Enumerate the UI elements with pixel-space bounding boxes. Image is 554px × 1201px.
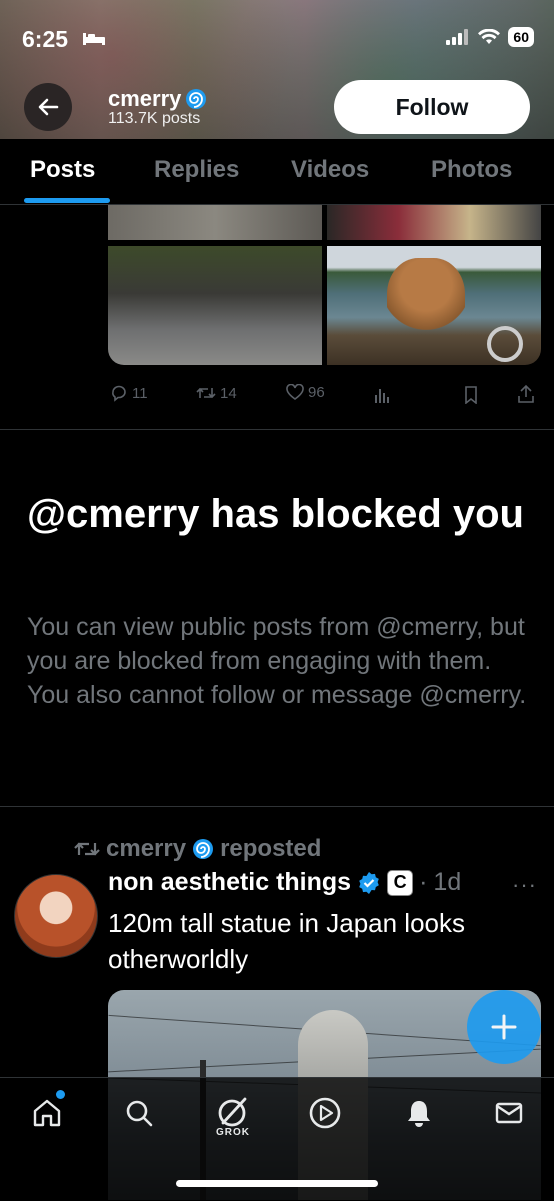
repost-icon (74, 842, 100, 856)
nav-video[interactable] (306, 1094, 344, 1132)
spiral-badge-icon (186, 89, 207, 109)
posts-count: 113.7K posts (108, 110, 201, 127)
blocked-divider (0, 806, 554, 807)
repost-icon (196, 387, 216, 399)
more-options-icon[interactable]: ··· (512, 872, 537, 898)
repost-count: 14 (220, 384, 237, 402)
mail-icon (495, 1102, 523, 1124)
back-button[interactable] (24, 83, 72, 131)
nav-messages[interactable] (490, 1094, 528, 1132)
reply-icon (112, 385, 126, 402)
repost-action[interactable]: 14 (196, 384, 237, 402)
share-icon[interactable] (518, 384, 534, 404)
plus-icon (491, 1014, 517, 1040)
home-indicator[interactable] (176, 1180, 378, 1187)
media-image-flags[interactable] (327, 205, 541, 240)
status-time: 6:25 (22, 26, 69, 52)
bell-icon (408, 1101, 430, 1127)
heart-icon (286, 384, 304, 400)
blocked-title: @cmerry has blocked you (27, 492, 524, 536)
tab-photos[interactable]: Photos (431, 156, 512, 184)
post-time: 1d (433, 868, 462, 896)
bed-icon (83, 33, 105, 45)
nav-home[interactable] (28, 1094, 66, 1132)
dog-figure (387, 258, 465, 348)
wheelchair-wheel (487, 326, 523, 362)
media-image-crowd-top[interactable] (108, 205, 322, 240)
search-icon (126, 1100, 153, 1127)
grok-icon (218, 1097, 247, 1127)
media-image-crowd[interactable] (108, 246, 322, 365)
reply-action[interactable]: 11 (110, 384, 148, 402)
views-chart-icon[interactable] (374, 386, 390, 404)
post-text: 120m tall statue in Japan looks otherwor… (108, 908, 465, 974)
wifi-icon (478, 29, 501, 44)
post-divider (0, 429, 554, 430)
follow-button[interactable]: Follow (334, 80, 530, 134)
like-count: 96 (308, 384, 325, 401)
status-indicators: 60 (446, 27, 534, 47)
reply-count: 11 (132, 384, 148, 402)
bookmark-icon[interactable] (464, 386, 478, 404)
author-line: non aesthetic things C · 1d (108, 868, 461, 897)
reposted-label: reposted (220, 835, 322, 862)
grok-label: GROK (216, 1127, 250, 1138)
post-media-grid[interactable] (108, 205, 541, 365)
arrow-left-icon (38, 98, 59, 116)
profile-name: cmerry (108, 86, 182, 111)
author-name[interactable]: non aesthetic things (108, 868, 351, 897)
spiral-badge-icon (193, 839, 214, 859)
media-image-dog-wheelchair[interactable] (327, 246, 541, 365)
home-icon (33, 1099, 61, 1127)
author-avatar[interactable] (14, 874, 98, 958)
like-action[interactable]: 96 (286, 384, 325, 401)
play-circle-icon (309, 1097, 341, 1129)
blocked-description: You can view public posts from @cmerry, … (27, 613, 527, 709)
nav-notifications[interactable] (400, 1094, 438, 1132)
tab-videos[interactable]: Videos (291, 156, 369, 184)
affiliate-badge: C (387, 869, 414, 896)
reposter-name[interactable]: cmerry (106, 835, 186, 863)
home-notification-dot (56, 1090, 65, 1099)
tab-posts[interactable]: Posts (30, 156, 95, 184)
profile-name-header: cmerry (108, 86, 207, 112)
verified-badge-icon (359, 871, 379, 894)
tab-replies[interactable]: Replies (154, 156, 239, 184)
separator-dot: · (419, 868, 428, 896)
compose-button[interactable] (467, 990, 541, 1064)
battery-indicator: 60 (508, 27, 534, 47)
signal-icon (446, 29, 469, 45)
nav-search[interactable] (120, 1094, 158, 1132)
repost-context: cmerry reposted (74, 835, 321, 863)
active-tab-indicator (24, 198, 110, 203)
